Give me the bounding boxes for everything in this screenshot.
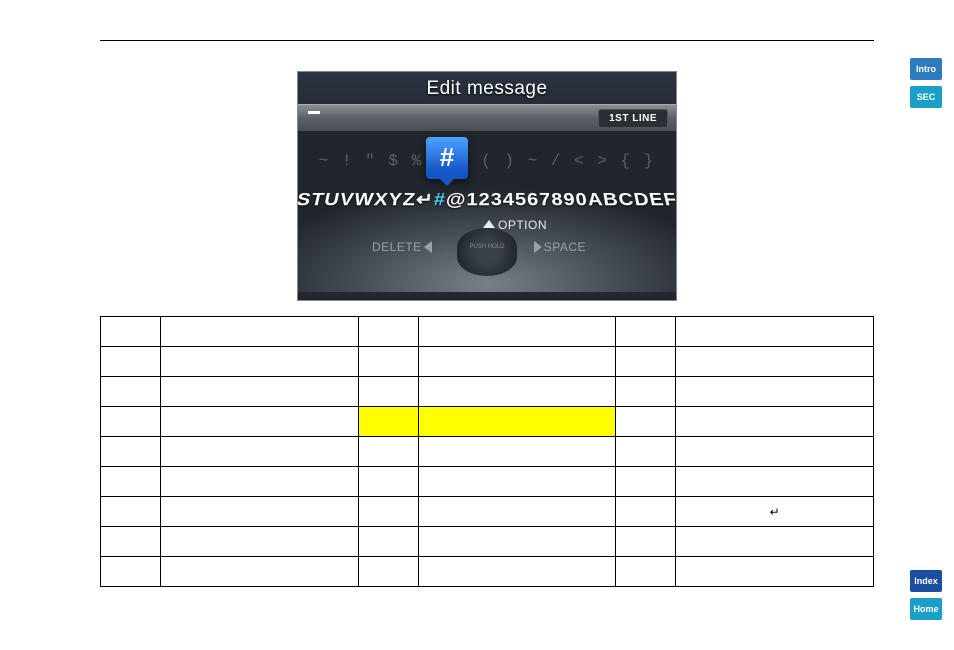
space-right-label[interactable]: SPACE xyxy=(534,240,586,254)
table-cell xyxy=(358,377,418,407)
input-band: 1ST LINE xyxy=(298,104,676,132)
table-cell xyxy=(358,407,418,437)
section-rule xyxy=(100,40,874,41)
table-row xyxy=(101,437,874,467)
table-cell xyxy=(358,467,418,497)
table-cell xyxy=(676,407,874,437)
table-cell xyxy=(418,437,616,467)
table-cell xyxy=(101,317,161,347)
tab-home[interactable]: Home xyxy=(910,598,942,620)
screen-title: Edit message xyxy=(298,72,676,104)
table-cell xyxy=(418,347,616,377)
edit-message-screen: Edit message 1ST LINE ~ ! " $ % & ' ( ) … xyxy=(297,71,677,301)
symbol-row: ~ ! " $ % & ' ( ) ~ / < > { } xyxy=(298,152,676,170)
table-cell: ↵ xyxy=(676,497,874,527)
table-cell xyxy=(616,527,676,557)
table-cell xyxy=(418,407,616,437)
table-cell xyxy=(358,437,418,467)
table-cell xyxy=(161,497,359,527)
table-cell xyxy=(161,437,359,467)
table-cell xyxy=(161,317,359,347)
table-cell xyxy=(616,497,676,527)
table-row xyxy=(101,557,874,587)
table-cell xyxy=(676,377,874,407)
tab-sec[interactable]: SEC xyxy=(910,86,942,108)
table-cell xyxy=(676,467,874,497)
table-cell xyxy=(418,377,616,407)
table-cell xyxy=(101,377,161,407)
table-cell xyxy=(616,557,676,587)
tab-intro[interactable]: Intro xyxy=(910,58,942,80)
table-cell xyxy=(358,347,418,377)
table-cell xyxy=(161,467,359,497)
table-row xyxy=(101,407,874,437)
table-cell xyxy=(616,377,676,407)
table-cell xyxy=(418,527,616,557)
table-cell xyxy=(676,557,874,587)
tab-index[interactable]: Index xyxy=(910,570,942,592)
selected-char-tooltip: # xyxy=(426,137,468,179)
table-cell xyxy=(101,527,161,557)
table-cell xyxy=(101,407,161,437)
table-cell xyxy=(358,527,418,557)
table-cell xyxy=(616,407,676,437)
page-content: Edit message 1ST LINE ~ ! " $ % & ' ( ) … xyxy=(0,0,954,607)
table-cell xyxy=(676,317,874,347)
table-cell xyxy=(676,437,874,467)
table-cell xyxy=(161,347,359,377)
table-cell xyxy=(616,347,676,377)
table-cell xyxy=(101,497,161,527)
table-cell xyxy=(616,317,676,347)
wheel-left: STUVWXYZ↵ xyxy=(298,190,434,209)
table-cell xyxy=(101,467,161,497)
table-cell xyxy=(101,437,161,467)
table-row xyxy=(101,317,874,347)
wheel-selected: # xyxy=(433,190,446,209)
table-row xyxy=(101,347,874,377)
table-row xyxy=(101,377,874,407)
table-cell xyxy=(101,347,161,377)
delete-left-label[interactable]: DELETE xyxy=(372,240,432,254)
table-row xyxy=(101,527,874,557)
character-picker: ~ ! " $ % & ' ( ) ~ / < > { } # STUVWXYZ… xyxy=(298,132,676,292)
table-cell xyxy=(161,407,359,437)
table-cell xyxy=(418,317,616,347)
dpad-icon[interactable]: PUSH HOLD xyxy=(457,228,517,276)
table-cell xyxy=(358,497,418,527)
table-cell xyxy=(616,437,676,467)
text-cursor xyxy=(308,111,320,114)
table-cell xyxy=(358,317,418,347)
table-cell xyxy=(161,527,359,557)
table-cell xyxy=(616,467,676,497)
table-cell xyxy=(161,557,359,587)
table-cell xyxy=(676,527,874,557)
table-cell xyxy=(101,557,161,587)
table-row: ↵ xyxy=(101,497,874,527)
table-cell xyxy=(418,557,616,587)
table-row xyxy=(101,467,874,497)
table-cell xyxy=(161,377,359,407)
character-table: ↵ xyxy=(100,316,874,587)
wheel-right: @1234567890ABCDEF xyxy=(445,190,676,209)
table-cell xyxy=(418,467,616,497)
table-cell xyxy=(418,497,616,527)
character-wheel[interactable]: STUVWXYZ↵#@1234567890ABCDEF xyxy=(298,189,676,211)
table-cell xyxy=(676,347,874,377)
line-indicator-badge: 1ST LINE xyxy=(598,109,668,128)
table-cell xyxy=(358,557,418,587)
